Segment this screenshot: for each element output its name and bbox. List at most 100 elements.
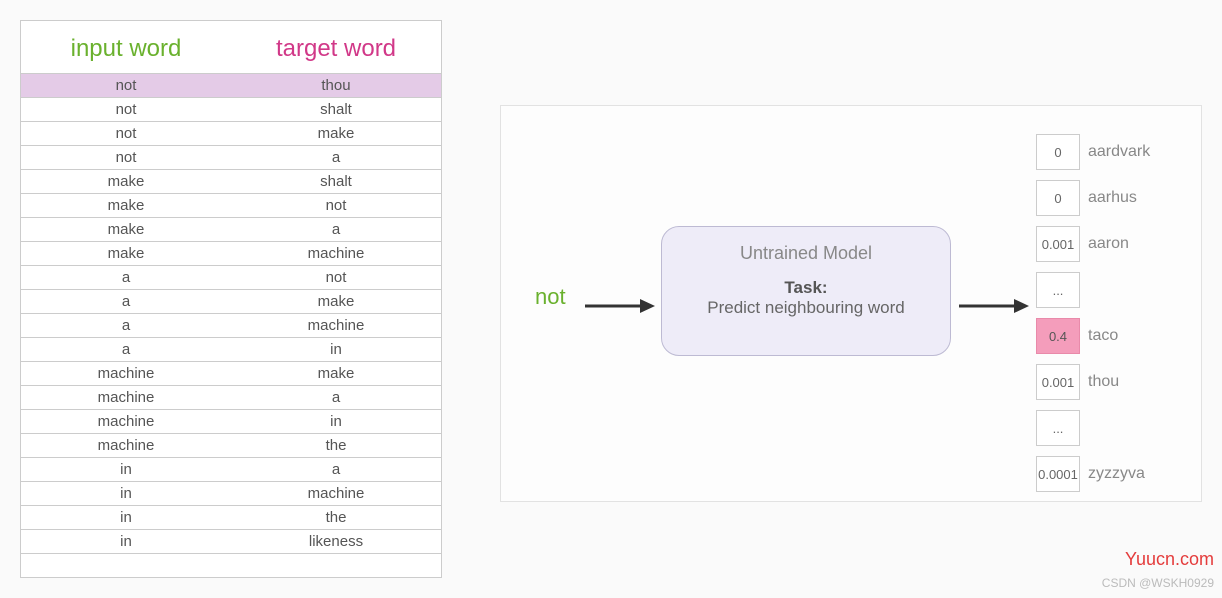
cell-input: not [21, 98, 231, 121]
table-row: machinethe [21, 433, 441, 457]
table-body: notthounotshaltnotmakenotamakeshaltmaken… [21, 73, 441, 577]
output-row: 0.001 thou [1036, 364, 1150, 400]
cell-target: not [231, 194, 441, 217]
table-row: inlikeness [21, 529, 441, 553]
cell-input: in [21, 530, 231, 553]
table-row: amachine [21, 313, 441, 337]
cell-target: machine [231, 242, 441, 265]
cell-target: the [231, 434, 441, 457]
output-label: zyzzyva [1088, 465, 1145, 483]
training-pairs-table: input word target word notthounotshaltno… [20, 20, 442, 578]
model-diagram: not Untrained Model Task: Predict neighb… [500, 105, 1202, 502]
cell-input: not [21, 74, 231, 97]
output-row: ... [1036, 272, 1150, 308]
output-value: 0 [1036, 180, 1080, 216]
cell-input: a [21, 338, 231, 361]
cell-target: in [231, 410, 441, 433]
table-row: notmake [21, 121, 441, 145]
watermark: Yuucn.com [1125, 549, 1214, 570]
table-row: amake [21, 289, 441, 313]
table-row: ain [21, 337, 441, 361]
output-row: 0.0001 zyzzyva [1036, 456, 1150, 492]
table-row: ina [21, 457, 441, 481]
cell-target: not [231, 266, 441, 289]
table-row: machinemake [21, 361, 441, 385]
table-row-empty [21, 553, 441, 577]
cell-input: machine [21, 410, 231, 433]
cell-input: a [21, 314, 231, 337]
cell-input: make [21, 218, 231, 241]
output-label: aarhus [1088, 189, 1137, 207]
cell-input: not [21, 146, 231, 169]
table-row: notshalt [21, 97, 441, 121]
output-row: 0.001 aaron [1036, 226, 1150, 262]
cell-target: a [231, 386, 441, 409]
cell-target: a [231, 218, 441, 241]
cell-input: a [21, 266, 231, 289]
diagram-input-word: not [535, 284, 566, 310]
cell-input: a [21, 290, 231, 313]
model-title: Untrained Model [662, 243, 950, 264]
model-task-label: Task: [662, 278, 950, 298]
table-row: inmachine [21, 481, 441, 505]
output-value: 0.001 [1036, 226, 1080, 262]
model-task-text: Predict neighbouring word [662, 298, 950, 318]
cell-target: a [231, 458, 441, 481]
table-row: nota [21, 145, 441, 169]
cell-target: machine [231, 482, 441, 505]
output-value: 0.001 [1036, 364, 1080, 400]
output-value: 0 [1036, 134, 1080, 170]
table-row: inthe [21, 505, 441, 529]
table-row: anot [21, 265, 441, 289]
output-row: 0 aardvark [1036, 134, 1150, 170]
cell-input: make [21, 194, 231, 217]
cell-target: machine [231, 314, 441, 337]
model-box: Untrained Model Task: Predict neighbouri… [661, 226, 951, 356]
cell-target: make [231, 362, 441, 385]
cell-target: likeness [231, 530, 441, 553]
cell-target: thou [231, 74, 441, 97]
output-row: 0 aarhus [1036, 180, 1150, 216]
output-column: 0 aardvark 0 aarhus 0.001 aaron... 0.4 taco 0.00… [1036, 134, 1150, 502]
output-row: 0.4 taco [1036, 318, 1150, 354]
cell-target: make [231, 122, 441, 145]
table-row: makenot [21, 193, 441, 217]
arrow-icon [585, 296, 655, 316]
table-row: makeshalt [21, 169, 441, 193]
output-label: thou [1088, 373, 1119, 391]
cell-input: in [21, 458, 231, 481]
table-row: makea [21, 217, 441, 241]
output-value: 0.0001 [1036, 456, 1080, 492]
cell-input: make [21, 170, 231, 193]
output-row: ... [1036, 410, 1150, 446]
header-input: input word [21, 21, 231, 73]
output-value: ... [1036, 410, 1080, 446]
arrow-icon [959, 296, 1029, 316]
table-row: machinea [21, 385, 441, 409]
output-value: ... [1036, 272, 1080, 308]
output-value: 0.4 [1036, 318, 1080, 354]
output-label: taco [1088, 327, 1118, 345]
cell-input: machine [21, 434, 231, 457]
output-label: aardvark [1088, 143, 1150, 161]
cell-target: a [231, 146, 441, 169]
cell-input: machine [21, 362, 231, 385]
cell-target: shalt [231, 170, 441, 193]
output-label: aaron [1088, 235, 1129, 253]
cell-input: make [21, 242, 231, 265]
cell-target: make [231, 290, 441, 313]
cell-input: machine [21, 386, 231, 409]
header-target: target word [231, 21, 441, 73]
cell-target: the [231, 506, 441, 529]
cell-input: in [21, 506, 231, 529]
cell-input: in [21, 482, 231, 505]
table-row: makemachine [21, 241, 441, 265]
table-row: machinein [21, 409, 441, 433]
cell-input: not [21, 122, 231, 145]
table-row: notthou [21, 73, 441, 97]
table-header: input word target word [21, 21, 441, 73]
credit: CSDN @WSKH0929 [1102, 576, 1214, 590]
cell-target: shalt [231, 98, 441, 121]
page: input word target word notthounotshaltno… [0, 0, 1222, 598]
cell-target: in [231, 338, 441, 361]
